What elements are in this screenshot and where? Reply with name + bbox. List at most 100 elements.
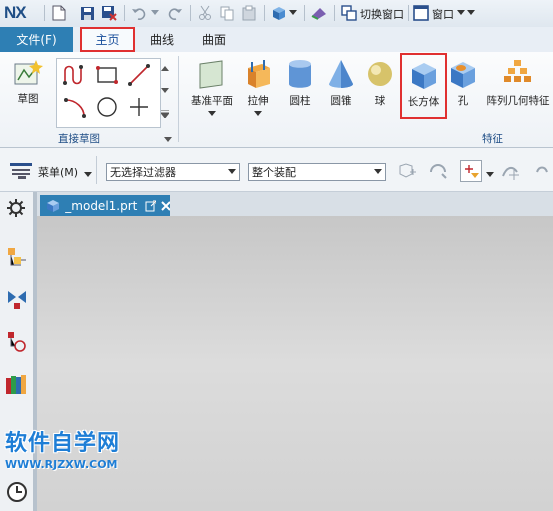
part-file-icon — [47, 199, 59, 212]
hole-icon — [451, 62, 475, 88]
window-dropdown-icon[interactable] — [456, 4, 466, 22]
cylinder-icon — [289, 60, 311, 88]
pattern-geometry-icon — [504, 60, 531, 82]
direct-sketch-group-label: 直接草图 — [58, 133, 100, 145]
block-button[interactable]: 长方体 — [400, 53, 447, 119]
block-icon — [411, 63, 436, 89]
copy-icon[interactable] — [218, 4, 236, 22]
watermark-url: WWW.RJZXW.COM — [5, 458, 118, 471]
block-label: 长方体 — [407, 96, 440, 108]
tab-home[interactable]: 主页 — [80, 27, 135, 52]
selection-filter-value: 无选择过滤器 — [110, 166, 176, 179]
reuse-library-icon[interactable] — [5, 372, 29, 399]
scroll-up-icon[interactable] — [161, 66, 169, 72]
direct-sketch-gallery — [56, 58, 161, 128]
gear-icon[interactable] — [7, 199, 25, 220]
menu-button[interactable]: 菜单(M) — [38, 164, 78, 180]
group-options-icon[interactable] — [164, 133, 172, 146]
separator — [408, 5, 409, 21]
watermark-title: 软件自学网 — [5, 431, 121, 456]
scroll-down-icon[interactable] — [161, 88, 169, 94]
menu-dropdown-icon[interactable] — [84, 168, 92, 181]
save-icon[interactable] — [78, 4, 96, 22]
separator — [304, 5, 305, 21]
chevron-down-icon — [374, 169, 382, 174]
save-all-icon[interactable] — [100, 4, 118, 22]
extrude-button[interactable]: 拉伸 — [240, 58, 276, 117]
undo-dropdown-icon[interactable] — [150, 4, 160, 22]
menu-icon[interactable] — [10, 163, 34, 182]
tab-curve[interactable]: 曲线 — [140, 27, 184, 52]
pattern-geometry-label: 阵列几何特征 — [486, 95, 550, 107]
history-clock-icon[interactable] — [6, 481, 28, 506]
gallery-more-icon[interactable] — [161, 110, 169, 118]
cut-icon[interactable] — [196, 4, 214, 22]
group-separator — [178, 56, 179, 142]
sketch-label: 草图 — [17, 93, 39, 105]
undo-icon[interactable] — [130, 4, 148, 22]
view-cube-icon[interactable] — [270, 4, 288, 22]
sphere-icon — [368, 62, 392, 86]
circle-icon[interactable] — [95, 95, 119, 122]
cone-button[interactable]: 圆锥 — [324, 58, 358, 108]
redo-icon[interactable] — [166, 4, 184, 22]
new-file-icon[interactable] — [50, 4, 68, 22]
switch-window-icon[interactable] — [340, 4, 358, 22]
tab-file[interactable]: 文件(F) — [0, 27, 73, 52]
gallery-scroll[interactable] — [160, 58, 170, 126]
assembly-navigator-icon[interactable] — [6, 246, 28, 273]
datum-plane-icon — [199, 60, 223, 89]
datum-plane-dropdown-icon[interactable] — [208, 111, 216, 117]
document-tab[interactable]: _model1.prt — [40, 195, 170, 216]
separator — [334, 5, 335, 21]
separator — [190, 5, 191, 21]
extrude-dropdown-icon[interactable] — [254, 111, 262, 117]
feature-group-label: 特征 — [482, 133, 503, 145]
app-logo: NX — [4, 3, 27, 22]
cylinder-label: 圆柱 — [289, 95, 311, 107]
separator — [124, 5, 125, 21]
snap-more-icon[interactable] — [534, 162, 552, 185]
profile-icon[interactable] — [63, 63, 87, 90]
snap-point-button[interactable] — [460, 160, 482, 182]
assembly-scope-dropdown[interactable]: 整个装配 — [248, 163, 386, 181]
sketch-icon — [14, 60, 43, 85]
site-watermark: 软件自学网 WWW.RJZXW.COM — [5, 425, 120, 471]
assembly-scope-value: 整个装配 — [252, 166, 296, 179]
window-menu-label[interactable]: 窗口 — [432, 6, 454, 22]
sphere-label: 球 — [374, 95, 386, 107]
select-feature-icon[interactable] — [428, 162, 450, 185]
sphere-button[interactable]: 球 — [363, 58, 397, 108]
cylinder-button[interactable]: 圆柱 — [283, 58, 317, 108]
touch-mode-icon[interactable] — [310, 4, 328, 22]
constraint-navigator-icon[interactable] — [6, 287, 28, 314]
cone-label: 圆锥 — [330, 95, 352, 107]
selection-filter-dropdown[interactable]: 无选择过滤器 — [106, 163, 240, 181]
document-tab-label: _model1.prt — [65, 198, 138, 213]
rectangle-icon[interactable] — [95, 63, 119, 90]
point-icon[interactable] — [127, 95, 151, 122]
customize-dropdown-icon[interactable] — [466, 4, 476, 22]
line-icon[interactable] — [127, 63, 151, 90]
arc-icon[interactable] — [63, 95, 87, 122]
window-icon[interactable] — [412, 4, 430, 22]
snap-point-icon — [465, 165, 479, 178]
close-icon[interactable] — [161, 200, 170, 211]
separator — [264, 5, 265, 21]
switch-window-label[interactable]: 切换窗口 — [360, 6, 404, 22]
part-navigator-icon[interactable] — [6, 330, 28, 357]
assembly-filter-icon[interactable] — [396, 162, 418, 185]
tab-surface[interactable]: 曲面 — [192, 27, 236, 52]
sketch-button[interactable]: 草图 — [6, 58, 50, 106]
datum-plane-label: 基准平面 — [191, 95, 233, 107]
pattern-geometry-button[interactable]: 阵列几何特征 — [483, 58, 553, 108]
view-dropdown-icon[interactable] — [288, 4, 298, 22]
extrude-icon — [248, 60, 270, 88]
snap-dropdown-icon[interactable] — [486, 168, 494, 181]
separator — [96, 156, 97, 184]
paste-icon[interactable] — [240, 4, 258, 22]
datum-plane-button[interactable]: 基准平面 — [186, 58, 238, 117]
snap-curve-icon[interactable] — [500, 162, 522, 185]
pin-icon[interactable] — [145, 200, 157, 212]
hole-button[interactable]: 孔 — [449, 58, 477, 108]
